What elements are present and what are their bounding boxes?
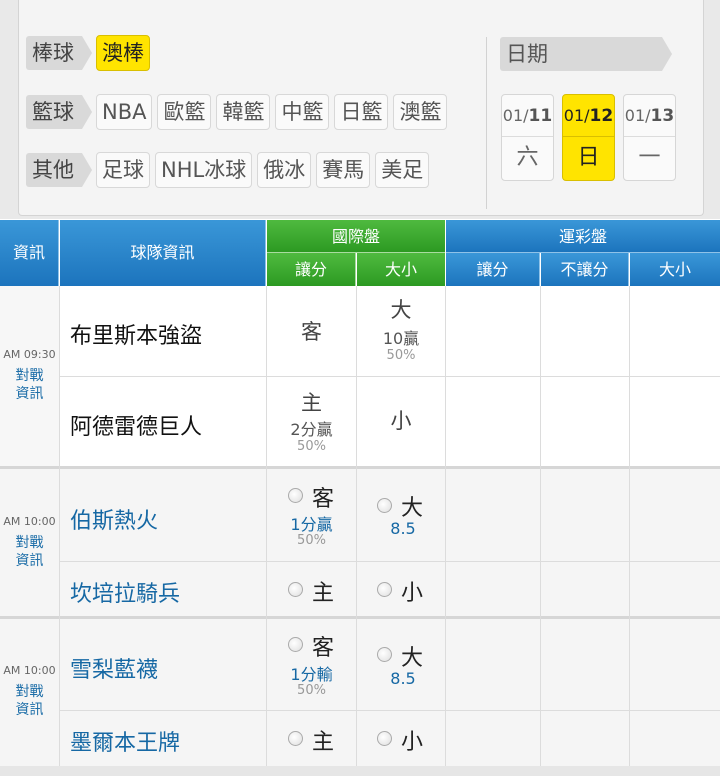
away-spread: 客 xyxy=(312,636,335,661)
over-label: 大 xyxy=(390,298,412,322)
home-spread: 主 xyxy=(301,391,322,415)
chip-american-football[interactable]: 美足 xyxy=(375,152,430,188)
under-label: 小 xyxy=(401,581,424,606)
home-spread-line: 2分贏 xyxy=(290,420,333,439)
team-home[interactable]: 墨爾本王牌 xyxy=(70,725,180,757)
over-pct: 50% xyxy=(386,348,416,363)
header-intl-spread: 讓分 xyxy=(267,253,356,286)
date-label: 日期 xyxy=(500,37,672,71)
team-away[interactable]: 伯斯熱火 xyxy=(70,503,158,535)
chip-japan-basketball[interactable]: 日籃 xyxy=(334,94,389,130)
date-day: 11 xyxy=(528,106,553,126)
date-weekday: 六 xyxy=(516,145,539,170)
radio-away-spread[interactable] xyxy=(288,637,303,652)
chip-korea-basketball[interactable]: 韓籃 xyxy=(216,94,271,130)
header-lot-total: 大小 xyxy=(630,253,720,286)
under-label: 小 xyxy=(401,730,424,755)
chip-horse-racing[interactable]: 賽馬 xyxy=(316,152,371,188)
over-line: 8.5 xyxy=(390,519,416,538)
radio-under[interactable] xyxy=(377,731,392,746)
chip-soccer[interactable]: 足球 xyxy=(96,152,150,188)
matchup-info-link[interactable]: 對戰資訊 xyxy=(0,683,59,719)
date-day: 13 xyxy=(650,106,675,126)
chip-australia-basketball[interactable]: 澳籃 xyxy=(393,94,448,130)
table-footer-band xyxy=(0,766,720,776)
team-home[interactable]: 坎培拉騎兵 xyxy=(70,576,180,608)
away-spread-line: 1分贏 xyxy=(290,515,333,534)
home-spread-pct: 50% xyxy=(297,439,326,454)
filter-panel: 棒球 澳棒 籃球 NBA 歐籃 韓籃 中籃 日籃 澳籃 其他 足球 NHL冰球 … xyxy=(0,0,720,219)
radio-home-spread[interactable] xyxy=(288,582,303,597)
radio-home-spread[interactable] xyxy=(288,731,303,746)
away-spread: 客 xyxy=(312,487,335,512)
radio-under[interactable] xyxy=(377,582,392,597)
radio-over[interactable] xyxy=(377,647,392,662)
chip-abl[interactable]: 澳棒 xyxy=(96,35,150,71)
date-item-0113[interactable]: 01/13 一 xyxy=(623,94,676,181)
team-away[interactable]: 雪梨藍襪 xyxy=(70,652,158,684)
date-month: 01/ xyxy=(502,106,529,125)
date-weekday: 一 xyxy=(638,145,661,170)
filter-divider xyxy=(486,37,487,209)
category-baseball: 棒球 xyxy=(26,36,92,70)
matchup-info-link[interactable]: 對戰資訊 xyxy=(0,534,59,570)
filter-row-other: 其他 足球 NHL冰球 俄冰 賽馬 美足 xyxy=(26,151,434,189)
home-spread: 主 xyxy=(312,581,335,606)
team-away: 布里斯本強盜 xyxy=(70,324,203,349)
over-line: 10贏 xyxy=(382,329,420,348)
date-month: 01/ xyxy=(624,106,651,125)
radio-over[interactable] xyxy=(377,498,392,513)
over-line: 8.5 xyxy=(390,669,416,688)
filter-row-baseball: 棒球 澳棒 xyxy=(26,34,155,72)
chip-euro-basketball[interactable]: 歐籃 xyxy=(157,94,212,130)
over-label: 大 xyxy=(401,646,424,671)
game-time: AM 10:00 xyxy=(3,515,56,528)
date-item-0112[interactable]: 01/12 日 xyxy=(562,94,615,181)
date-weekday: 日 xyxy=(577,145,600,170)
header-lottery: 運彩盤 xyxy=(446,220,720,253)
header-lot-nospread: 不讓分 xyxy=(541,253,629,286)
matchup-info-link[interactable]: 對戰資訊 xyxy=(0,367,59,403)
header-lot-spread: 讓分 xyxy=(446,253,540,286)
home-spread: 主 xyxy=(312,730,335,755)
radio-away-spread[interactable] xyxy=(288,488,303,503)
category-other: 其他 xyxy=(26,153,92,187)
header-info: 資訊 xyxy=(0,220,59,286)
game-time: AM 09:30 xyxy=(3,348,56,361)
header-international: 國際盤 xyxy=(267,220,445,253)
date-month: 01/ xyxy=(563,106,590,125)
chip-nba[interactable]: NBA xyxy=(96,94,153,130)
over-label: 大 xyxy=(401,496,424,521)
chip-nhl[interactable]: NHL冰球 xyxy=(155,152,253,188)
chip-russia-hockey[interactable]: 俄冰 xyxy=(257,152,312,188)
chip-china-basketball[interactable]: 中籃 xyxy=(275,94,330,130)
away-spread-pct: 50% xyxy=(297,533,326,548)
header-team: 球隊資訊 xyxy=(60,220,266,286)
category-basketball: 籃球 xyxy=(26,95,92,129)
away-spread: 客 xyxy=(301,320,322,344)
team-home: 阿德雷德巨人 xyxy=(70,415,203,440)
away-spread-line: 1分輸 xyxy=(290,665,333,684)
date-day: 12 xyxy=(589,106,614,126)
under-label: 小 xyxy=(390,409,412,433)
away-spread-pct: 50% xyxy=(297,683,326,698)
header-intl-total: 大小 xyxy=(357,253,445,286)
filter-row-basketball: 籃球 NBA 歐籃 韓籃 中籃 日籃 澳籃 xyxy=(26,93,452,131)
game-time: AM 10:00 xyxy=(3,664,56,677)
date-item-0111[interactable]: 01/11 六 xyxy=(501,94,554,181)
